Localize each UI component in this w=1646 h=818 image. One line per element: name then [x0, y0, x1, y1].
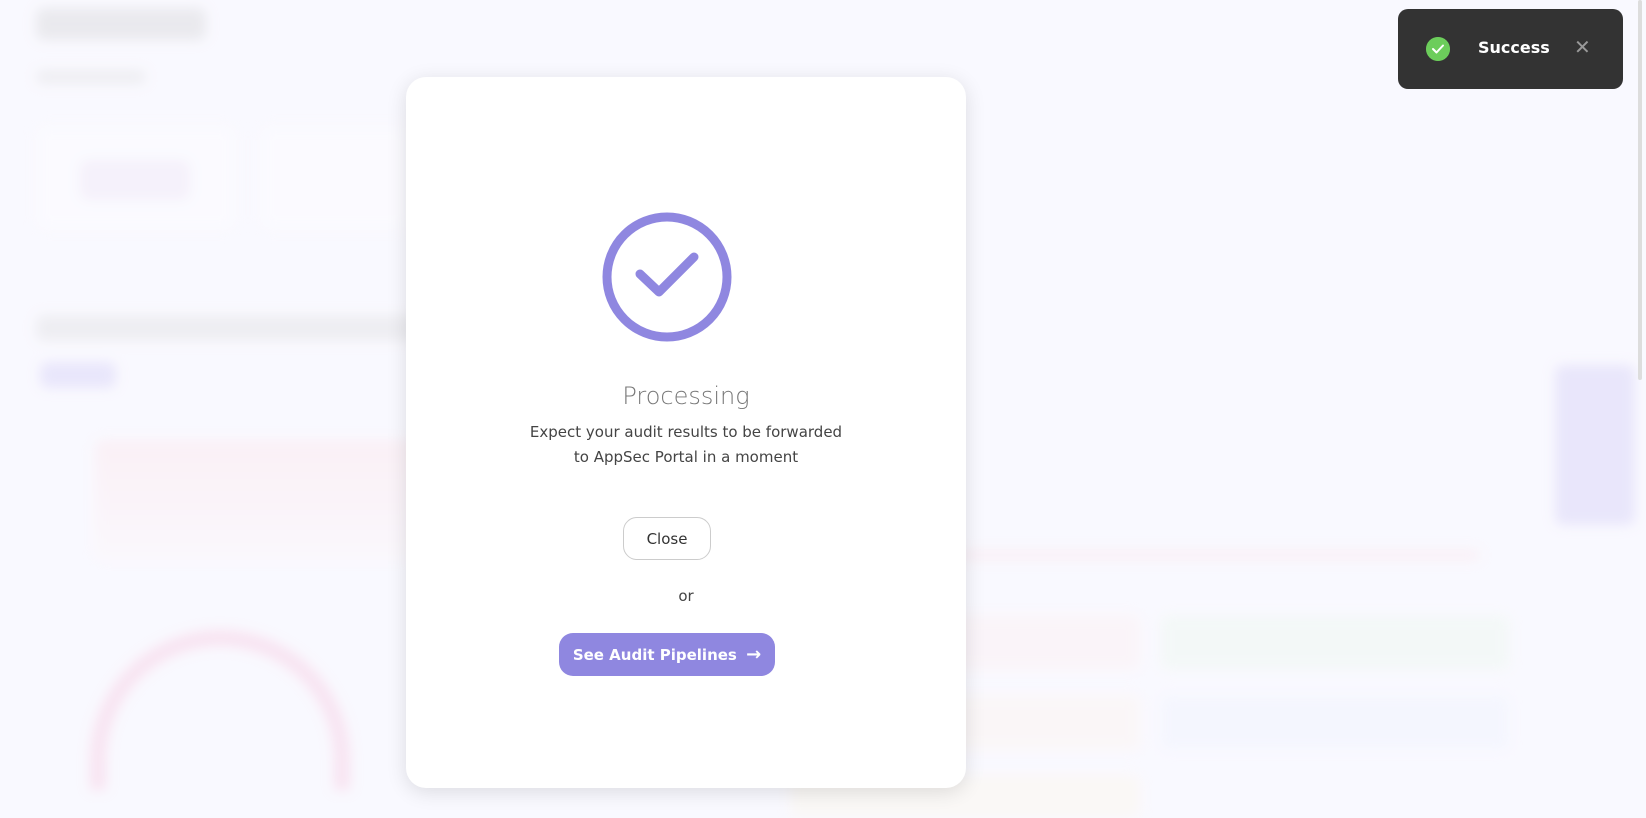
- scrollbar[interactable]: [1638, 0, 1642, 380]
- or-separator: or: [678, 587, 694, 605]
- dialog-title: Processing: [622, 382, 750, 410]
- close-button[interactable]: Close: [623, 517, 711, 560]
- button-label: See Audit Pipelines: [572, 646, 737, 664]
- arrow-right-icon: →: [746, 644, 762, 665]
- see-audit-pipelines-button[interactable]: See Audit Pipelines →: [559, 633, 775, 676]
- success-check-icon: [1426, 37, 1450, 61]
- description-line: Expect your audit results to be forwarde…: [529, 423, 843, 441]
- dialog-description: Expect your audit results to be forwarde…: [406, 420, 966, 470]
- description-line: to AppSec Portal in a moment: [573, 448, 799, 466]
- toast-message: Success: [1478, 38, 1550, 57]
- processing-dialog: Processing Expect your audit results to …: [406, 77, 966, 788]
- check-circle-icon: [602, 212, 732, 342]
- success-toast: Success ✕: [1398, 9, 1623, 89]
- toast-close-icon[interactable]: ✕: [1574, 35, 1591, 60]
